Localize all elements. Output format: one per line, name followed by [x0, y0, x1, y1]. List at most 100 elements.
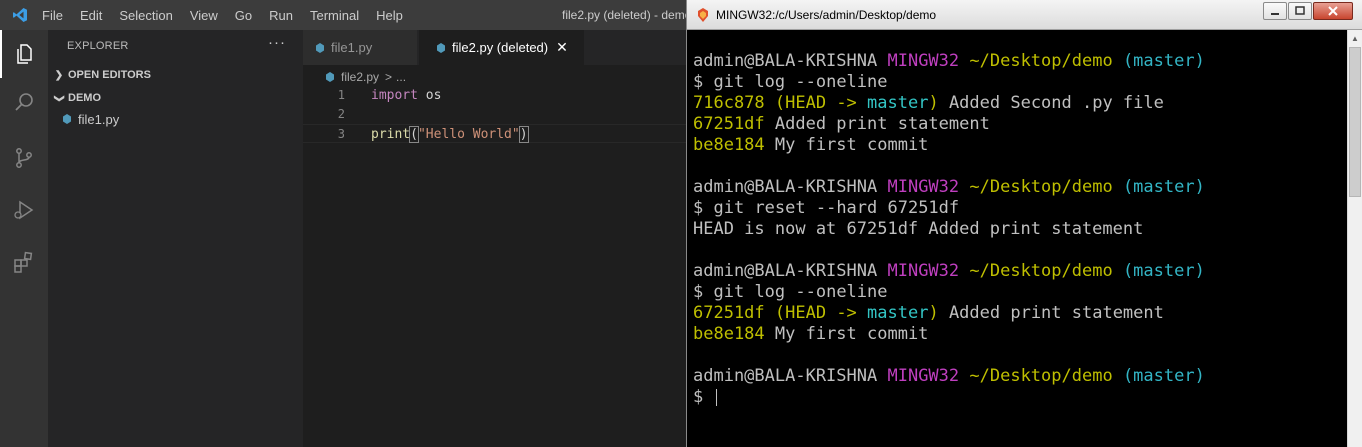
breadcrumb-more[interactable]: ...: [396, 70, 406, 84]
command-line: $ git log --oneline: [693, 282, 888, 303]
terminal-window: MINGW32:/c/Users/admin/Desktop/demo admi…: [686, 0, 1362, 447]
menu-view[interactable]: View: [190, 8, 218, 23]
prompt-line: admin@BALA-KRISHNA MINGW32 ~/Desktop/dem…: [693, 261, 1205, 282]
command-text: git reset --hard 67251df: [713, 198, 960, 218]
prompt-path: ~/Desktop/demo: [969, 366, 1113, 386]
prompt-env: MINGW32: [887, 177, 960, 197]
commit-message: My first commit: [764, 135, 929, 155]
maximize-icon: [1295, 6, 1305, 15]
ref-close: ): [928, 93, 939, 113]
prompt-symbol: $: [693, 387, 704, 407]
identifier: os: [417, 88, 442, 103]
commit-message: My first commit: [764, 324, 929, 344]
code-line-current: 3 print("Hello World"): [303, 124, 686, 143]
explorer-header: EXPLORER: [67, 40, 129, 52]
mingw-icon: [698, 8, 708, 22]
prompt-line: admin@BALA-KRISHNA MINGW32 ~/Desktop/dem…: [693, 51, 1205, 72]
activity-search[interactable]: [0, 78, 48, 126]
terminal-title: MINGW32:/c/Users/admin/Desktop/demo: [716, 8, 937, 22]
log-line: be8e184 My first commit: [693, 324, 928, 345]
commit-hash: 67251df: [693, 114, 765, 134]
activity-extensions[interactable]: [0, 238, 48, 286]
commit-hash: 67251df: [693, 303, 765, 323]
menu-file[interactable]: File: [42, 8, 63, 23]
window-title: file2.py (deleted) - demo: [562, 8, 686, 22]
menu-go[interactable]: Go: [235, 8, 252, 23]
prompt-user: admin@BALA-KRISHNA: [693, 177, 878, 197]
prompt-env: MINGW32: [887, 366, 960, 386]
function-name: print: [371, 127, 411, 142]
minimize-button[interactable]: [1263, 2, 1287, 20]
activity-explorer[interactable]: [0, 30, 48, 78]
text-cursor: [715, 388, 717, 406]
line-number: 2: [337, 107, 345, 121]
prompt-path: ~/Desktop/demo: [969, 261, 1113, 281]
minimize-icon: [1271, 13, 1279, 15]
tab-file2[interactable]: file2.py (deleted) ✕: [419, 30, 584, 65]
vscode-window: File Edit Selection View Go Run Terminal…: [0, 0, 686, 447]
commit-hash: be8e184: [693, 324, 765, 344]
code-line: 2: [303, 105, 686, 124]
prompt-env: MINGW32: [887, 261, 960, 281]
terminal-scrollbar[interactable]: ▲: [1347, 30, 1362, 447]
activity-run-debug[interactable]: [0, 186, 48, 234]
command-text: git log --oneline: [713, 72, 888, 92]
command-line[interactable]: $: [693, 387, 717, 408]
prompt-branch: (master): [1122, 261, 1205, 281]
code-editor[interactable]: 1 import os 2 3 print("Hello World"): [303, 86, 686, 143]
file-item-file1[interactable]: file1.py: [62, 108, 119, 130]
commit-hash: 716c878: [693, 93, 765, 113]
open-editors-section[interactable]: ❯ OPEN EDITORS: [48, 64, 303, 86]
scroll-thumb[interactable]: [1349, 47, 1361, 197]
menu-bar: File Edit Selection View Go Run Terminal…: [42, 0, 420, 30]
commit-hash: be8e184: [693, 135, 765, 155]
breadcrumb-file[interactable]: file2.py: [341, 70, 379, 84]
vscode-logo-icon: [13, 8, 27, 22]
python-file-icon: [63, 114, 71, 124]
maximize-button[interactable]: [1288, 2, 1312, 20]
prompt-path: ~/Desktop/demo: [969, 177, 1113, 197]
editor-area: file1.py file2.py (deleted) ✕ file2.py >…: [303, 30, 686, 447]
ref-open: (HEAD ->: [774, 93, 868, 113]
menu-run[interactable]: Run: [269, 8, 293, 23]
more-actions-icon[interactable]: ···: [268, 34, 286, 51]
tab-label: file1.py: [331, 40, 373, 55]
log-line: 67251df Added print statement: [693, 114, 990, 135]
menu-terminal[interactable]: Terminal: [310, 8, 359, 23]
close-window-button[interactable]: [1313, 2, 1353, 20]
prompt-symbol: $: [693, 282, 704, 302]
menu-edit[interactable]: Edit: [80, 8, 102, 23]
bracket: (: [409, 126, 419, 143]
line-number: 1: [337, 88, 345, 102]
log-line: 67251df (HEAD -> master) Added print sta…: [693, 303, 1164, 324]
prompt-user: admin@BALA-KRISHNA: [693, 261, 878, 281]
bracket: ): [518, 126, 529, 143]
activity-source-control[interactable]: [0, 134, 48, 182]
scroll-up-icon[interactable]: ▲: [1348, 30, 1362, 46]
close-icon[interactable]: ✕: [556, 39, 568, 56]
prompt-env: MINGW32: [887, 51, 960, 71]
close-icon: [1328, 6, 1338, 16]
terminal-output[interactable]: admin@BALA-KRISHNA MINGW32 ~/Desktop/dem…: [687, 30, 1347, 447]
run-debug-icon: [14, 200, 34, 220]
line-source: import os: [371, 86, 441, 105]
source-control-icon: [16, 148, 32, 168]
folder-label: DEMO: [68, 92, 101, 104]
demo-folder-section[interactable]: ❯ DEMO: [48, 87, 303, 109]
search-icon: [15, 93, 33, 111]
log-line: 716c878 (HEAD -> master) Added Second .p…: [693, 93, 1164, 114]
ref-close: ): [928, 303, 939, 323]
line-source: print("Hello World"): [371, 125, 529, 144]
menu-selection[interactable]: Selection: [119, 8, 172, 23]
commit-message: Added print statement: [764, 114, 990, 134]
keyword: import: [371, 88, 418, 103]
menu-help[interactable]: Help: [376, 8, 403, 23]
commit-message: Added Second .py file: [938, 93, 1164, 113]
output-line: HEAD is now at 67251df Added print state…: [693, 219, 1144, 239]
tab-file1[interactable]: file1.py: [303, 30, 418, 65]
vscode-titlebar: File Edit Selection View Go Run Terminal…: [0, 0, 686, 30]
chevron-right-icon: ❯: [54, 69, 64, 81]
chevron-down-icon: ❯: [53, 93, 65, 103]
prompt-branch: (master): [1122, 51, 1205, 71]
code-line: 1 import os: [303, 86, 686, 105]
